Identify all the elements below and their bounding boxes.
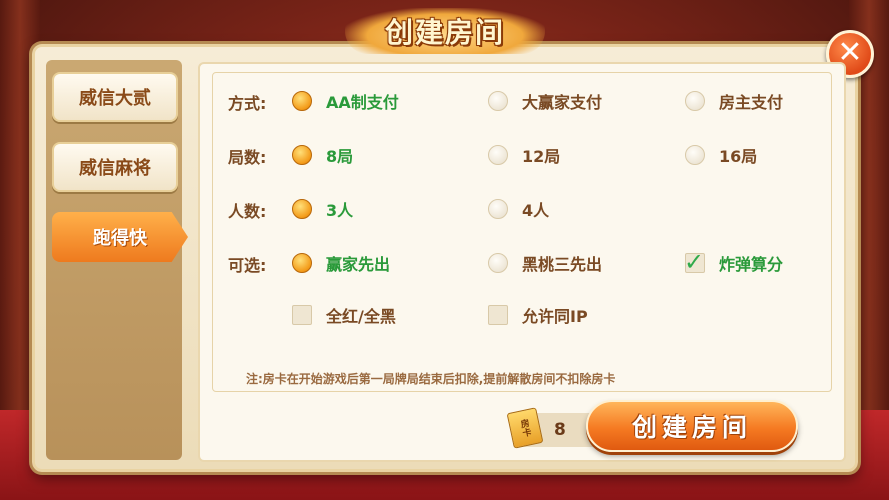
option-label: AA制支付	[326, 93, 399, 112]
check-bomb-score[interactable]: ✓ 炸弹算分	[684, 248, 784, 276]
create-room-button-label: 创建房间	[631, 413, 752, 442]
option-label: 黑桃三先出	[522, 255, 603, 274]
options-box	[212, 72, 832, 392]
radio-unselected[interactable]	[488, 145, 508, 165]
option-label: 16局	[719, 147, 758, 166]
radio-unselected[interactable]	[685, 145, 705, 165]
tab-paodekuai[interactable]: 跑得快	[52, 212, 188, 262]
rounds-label: 局数:	[228, 148, 267, 167]
players-option-3[interactable]: 3人	[292, 197, 353, 221]
players-label: 人数:	[228, 202, 267, 221]
option-label: 炸弹算分	[719, 255, 784, 274]
option-label: 全红/全黑	[326, 307, 396, 326]
tab-label: 跑得快	[93, 228, 147, 249]
mode-label: 方式:	[228, 94, 267, 113]
check-all-red-black[interactable]: 全红/全黑	[292, 303, 396, 327]
optional-label: 可选:	[228, 256, 267, 275]
checkbox-unchecked[interactable]	[292, 305, 312, 325]
optional-spade-three-first[interactable]: 黑桃三先出	[488, 251, 602, 275]
rounds-option-12[interactable]: 12局	[488, 143, 560, 167]
check-allow-same-ip[interactable]: 允许同IP	[488, 303, 588, 327]
tab-weixin-mahjong[interactable]: 威信麻将	[52, 142, 178, 192]
option-label: 赢家先出	[326, 255, 391, 274]
checkbox-unchecked[interactable]	[488, 305, 508, 325]
option-label: 8局	[326, 147, 354, 166]
radio-selected[interactable]	[292, 145, 312, 165]
radio-selected[interactable]	[292, 199, 312, 219]
option-label: 大赢家支付	[522, 93, 603, 112]
mode-option-aa[interactable]: AA制支付	[292, 89, 399, 113]
tab-label: 威信麻将	[79, 158, 151, 179]
option-label: 12局	[522, 147, 561, 166]
room-card-icon-text: 房卡	[517, 418, 532, 438]
players-option-4[interactable]: 4人	[488, 197, 549, 221]
dialog-title: 创建房间	[384, 16, 505, 49]
radio-selected[interactable]	[292, 253, 312, 273]
tab-weixin-daer[interactable]: 威信大贰	[52, 72, 178, 122]
option-label: 3人	[326, 201, 354, 220]
option-label: 允许同IP	[522, 307, 588, 326]
radio-selected[interactable]	[292, 91, 312, 111]
create-room-button[interactable]: 创建房间	[586, 400, 798, 452]
mode-option-winner[interactable]: 大赢家支付	[488, 89, 602, 113]
title-plate: 创建房间	[345, 8, 545, 54]
option-label: 房主支付	[719, 93, 784, 112]
option-label: 4人	[522, 201, 550, 220]
rounds-option-16[interactable]: 16局	[685, 143, 757, 167]
tab-label: 威信大贰	[79, 88, 151, 109]
room-card-count: 8	[554, 420, 566, 440]
room-card-note: 注:房卡在开始游戏后第一局牌局结束后扣除,提前解散房间不扣除房卡	[246, 372, 616, 386]
optional-winner-first[interactable]: 赢家先出	[292, 251, 390, 275]
checkmark-icon: ✓	[684, 248, 705, 276]
mode-option-owner[interactable]: 房主支付	[685, 89, 783, 113]
radio-unselected[interactable]	[488, 91, 508, 111]
rounds-option-8[interactable]: 8局	[292, 143, 353, 167]
radio-unselected[interactable]	[685, 91, 705, 111]
radio-unselected[interactable]	[488, 199, 508, 219]
radio-unselected[interactable]	[488, 253, 508, 273]
checkbox-checked[interactable]: ✓	[684, 248, 705, 276]
